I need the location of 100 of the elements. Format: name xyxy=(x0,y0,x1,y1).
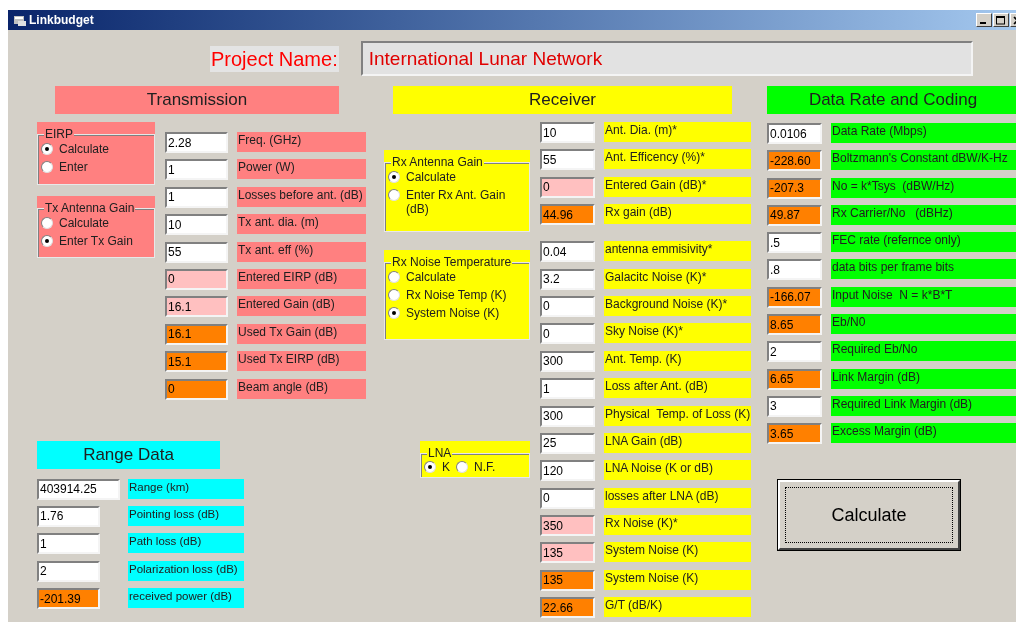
field-label: Tx ant. dia. (m) xyxy=(237,214,366,235)
minimize-button[interactable] xyxy=(976,13,992,27)
value-field[interactable]: -228.60 xyxy=(767,150,822,172)
field-label: Losses before ant. (dB) xyxy=(237,186,366,207)
value-field[interactable]: 55 xyxy=(540,149,595,171)
field-label: Sky Noise (K)* xyxy=(604,323,751,344)
radio-option[interactable]: K xyxy=(424,460,450,474)
field-label: received power (dB) xyxy=(128,588,244,609)
field-label: Required Link Margin (dB) xyxy=(831,395,1016,416)
value-field[interactable]: 0 xyxy=(540,295,595,317)
field-label: Used Tx EIRP (dB) xyxy=(237,351,366,372)
radio-option[interactable]: Calculate xyxy=(41,216,151,230)
value-field[interactable]: .8 xyxy=(767,259,822,281)
radio-option[interactable]: Enter Tx Gain xyxy=(41,234,151,248)
value-field[interactable]: 2.28 xyxy=(165,132,228,153)
value-field[interactable]: -207.3 xyxy=(767,177,822,199)
project-name-field[interactable]: International Lunar Network xyxy=(360,41,973,76)
value-field[interactable]: 1 xyxy=(165,159,228,181)
value-field[interactable]: 15.1 xyxy=(165,351,228,373)
value-field[interactable]: 55 xyxy=(165,241,228,263)
value-field[interactable]: -166.07 xyxy=(767,286,822,308)
field-label: Required Eb/No xyxy=(831,341,1016,362)
value-field[interactable]: 120 xyxy=(540,460,595,482)
field-label: Rx gain (dB) xyxy=(604,204,751,225)
field-label: Physical Temp. of Loss (K) xyxy=(604,405,751,426)
calculate-button[interactable]: Calculate xyxy=(778,480,960,551)
value-field[interactable]: 350 xyxy=(540,515,595,537)
value-field[interactable]: 0 xyxy=(165,268,228,290)
field-label: G/T (dB/K) xyxy=(604,597,751,618)
field-label: losses after LNA (dB) xyxy=(604,487,751,508)
value-field[interactable]: 1 xyxy=(540,378,595,400)
value-field[interactable]: 0 xyxy=(540,487,595,509)
field-label: Link Margin (dB) xyxy=(831,368,1016,389)
value-field[interactable]: 1 xyxy=(37,533,100,555)
field-label: Power (W) xyxy=(237,159,366,180)
value-field[interactable]: 16.1 xyxy=(165,296,228,318)
field-label: Ant. Temp. (K) xyxy=(604,350,751,371)
field-label: Ant. Efficency (%)* xyxy=(604,149,751,170)
value-field[interactable]: 2 xyxy=(767,341,822,363)
maximize-button[interactable] xyxy=(993,13,1009,27)
radio-option[interactable]: N.F. xyxy=(456,460,496,474)
value-field[interactable]: 0 xyxy=(165,378,228,400)
project-name-label: Project Name: xyxy=(210,45,339,72)
field-label: Path loss (dB) xyxy=(128,533,244,554)
value-field[interactable]: 2 xyxy=(37,560,100,582)
value-field[interactable]: 3.2 xyxy=(540,268,595,290)
radio-option[interactable]: Enter Rx Ant. Gain (dB) xyxy=(388,188,526,216)
field-label: Freq. (GHz) xyxy=(237,132,366,152)
value-field[interactable]: 300 xyxy=(540,405,595,427)
field-label: Polarization loss (dB) xyxy=(128,560,244,581)
value-field[interactable]: 135 xyxy=(540,542,595,564)
value-field[interactable]: 16.1 xyxy=(165,323,228,345)
field-label: Used Tx Gain (dB) xyxy=(237,323,366,344)
value-field[interactable]: 1.76 xyxy=(37,505,100,527)
window-title: Linkbudget xyxy=(29,12,94,29)
minimize-icon xyxy=(980,22,986,24)
section-header: Range Data xyxy=(37,440,220,469)
field-label: Tx ant. eff (%) xyxy=(237,241,366,262)
app-icon xyxy=(14,14,26,26)
field-label: Entered Gain (dB)* xyxy=(604,176,751,197)
value-field[interactable]: 6.65 xyxy=(767,368,822,390)
field-label: Boltzmann's Constant dBW/K-Hz xyxy=(831,150,1016,171)
value-field[interactable]: -201.39 xyxy=(37,588,100,610)
field-label: Range (km) xyxy=(128,478,244,499)
value-field[interactable]: 8.65 xyxy=(767,314,822,336)
value-field[interactable]: 3.65 xyxy=(767,423,822,445)
radio-option[interactable]: Calculate xyxy=(41,142,151,156)
field-label: FEC rate (refernce only) xyxy=(831,232,1016,253)
radio-option[interactable]: Calculate xyxy=(388,270,526,284)
value-field[interactable]: 10 xyxy=(540,122,595,143)
value-field[interactable]: 0 xyxy=(540,323,595,345)
field-label: Excess Margin (dB) xyxy=(831,423,1016,444)
field-label: Entered Gain (dB) xyxy=(237,296,366,317)
value-field[interactable]: 49.87 xyxy=(767,204,822,226)
value-field[interactable]: 3 xyxy=(767,395,822,417)
group-title: LNA xyxy=(427,447,453,459)
value-field[interactable]: 0.04 xyxy=(540,241,595,263)
value-field[interactable]: .5 xyxy=(767,232,822,254)
value-field[interactable]: 1 xyxy=(165,186,228,208)
field-label: Beam angle (dB) xyxy=(237,378,366,399)
value-field[interactable]: 0 xyxy=(540,176,595,198)
radio-option[interactable]: System Noise (K) xyxy=(388,306,526,320)
value-field[interactable]: 44.96 xyxy=(540,204,595,226)
group-title: Rx Antenna Gain xyxy=(391,156,484,168)
group-title: EIRP xyxy=(44,128,74,140)
value-field[interactable]: 22.66 xyxy=(540,597,595,619)
value-field[interactable]: 135 xyxy=(540,569,595,591)
value-field[interactable]: 0.0106 xyxy=(767,123,822,144)
radio-option[interactable]: Enter xyxy=(41,160,151,174)
field-label: System Noise (K) xyxy=(604,542,751,563)
value-field[interactable]: 10 xyxy=(165,214,228,236)
radio-option[interactable]: Calculate xyxy=(388,170,526,184)
value-field[interactable]: 403914.25 xyxy=(37,478,120,500)
value-field[interactable]: 300 xyxy=(540,350,595,372)
section-header: Receiver xyxy=(393,86,732,114)
value-field[interactable]: 25 xyxy=(540,432,595,454)
field-label: antenna emmisivity* xyxy=(604,241,751,262)
group-title: Tx Antenna Gain xyxy=(44,202,136,214)
field-label: Input Noise N = k*B*T xyxy=(831,286,1016,307)
radio-option[interactable]: Rx Noise Temp (K) xyxy=(388,288,526,302)
